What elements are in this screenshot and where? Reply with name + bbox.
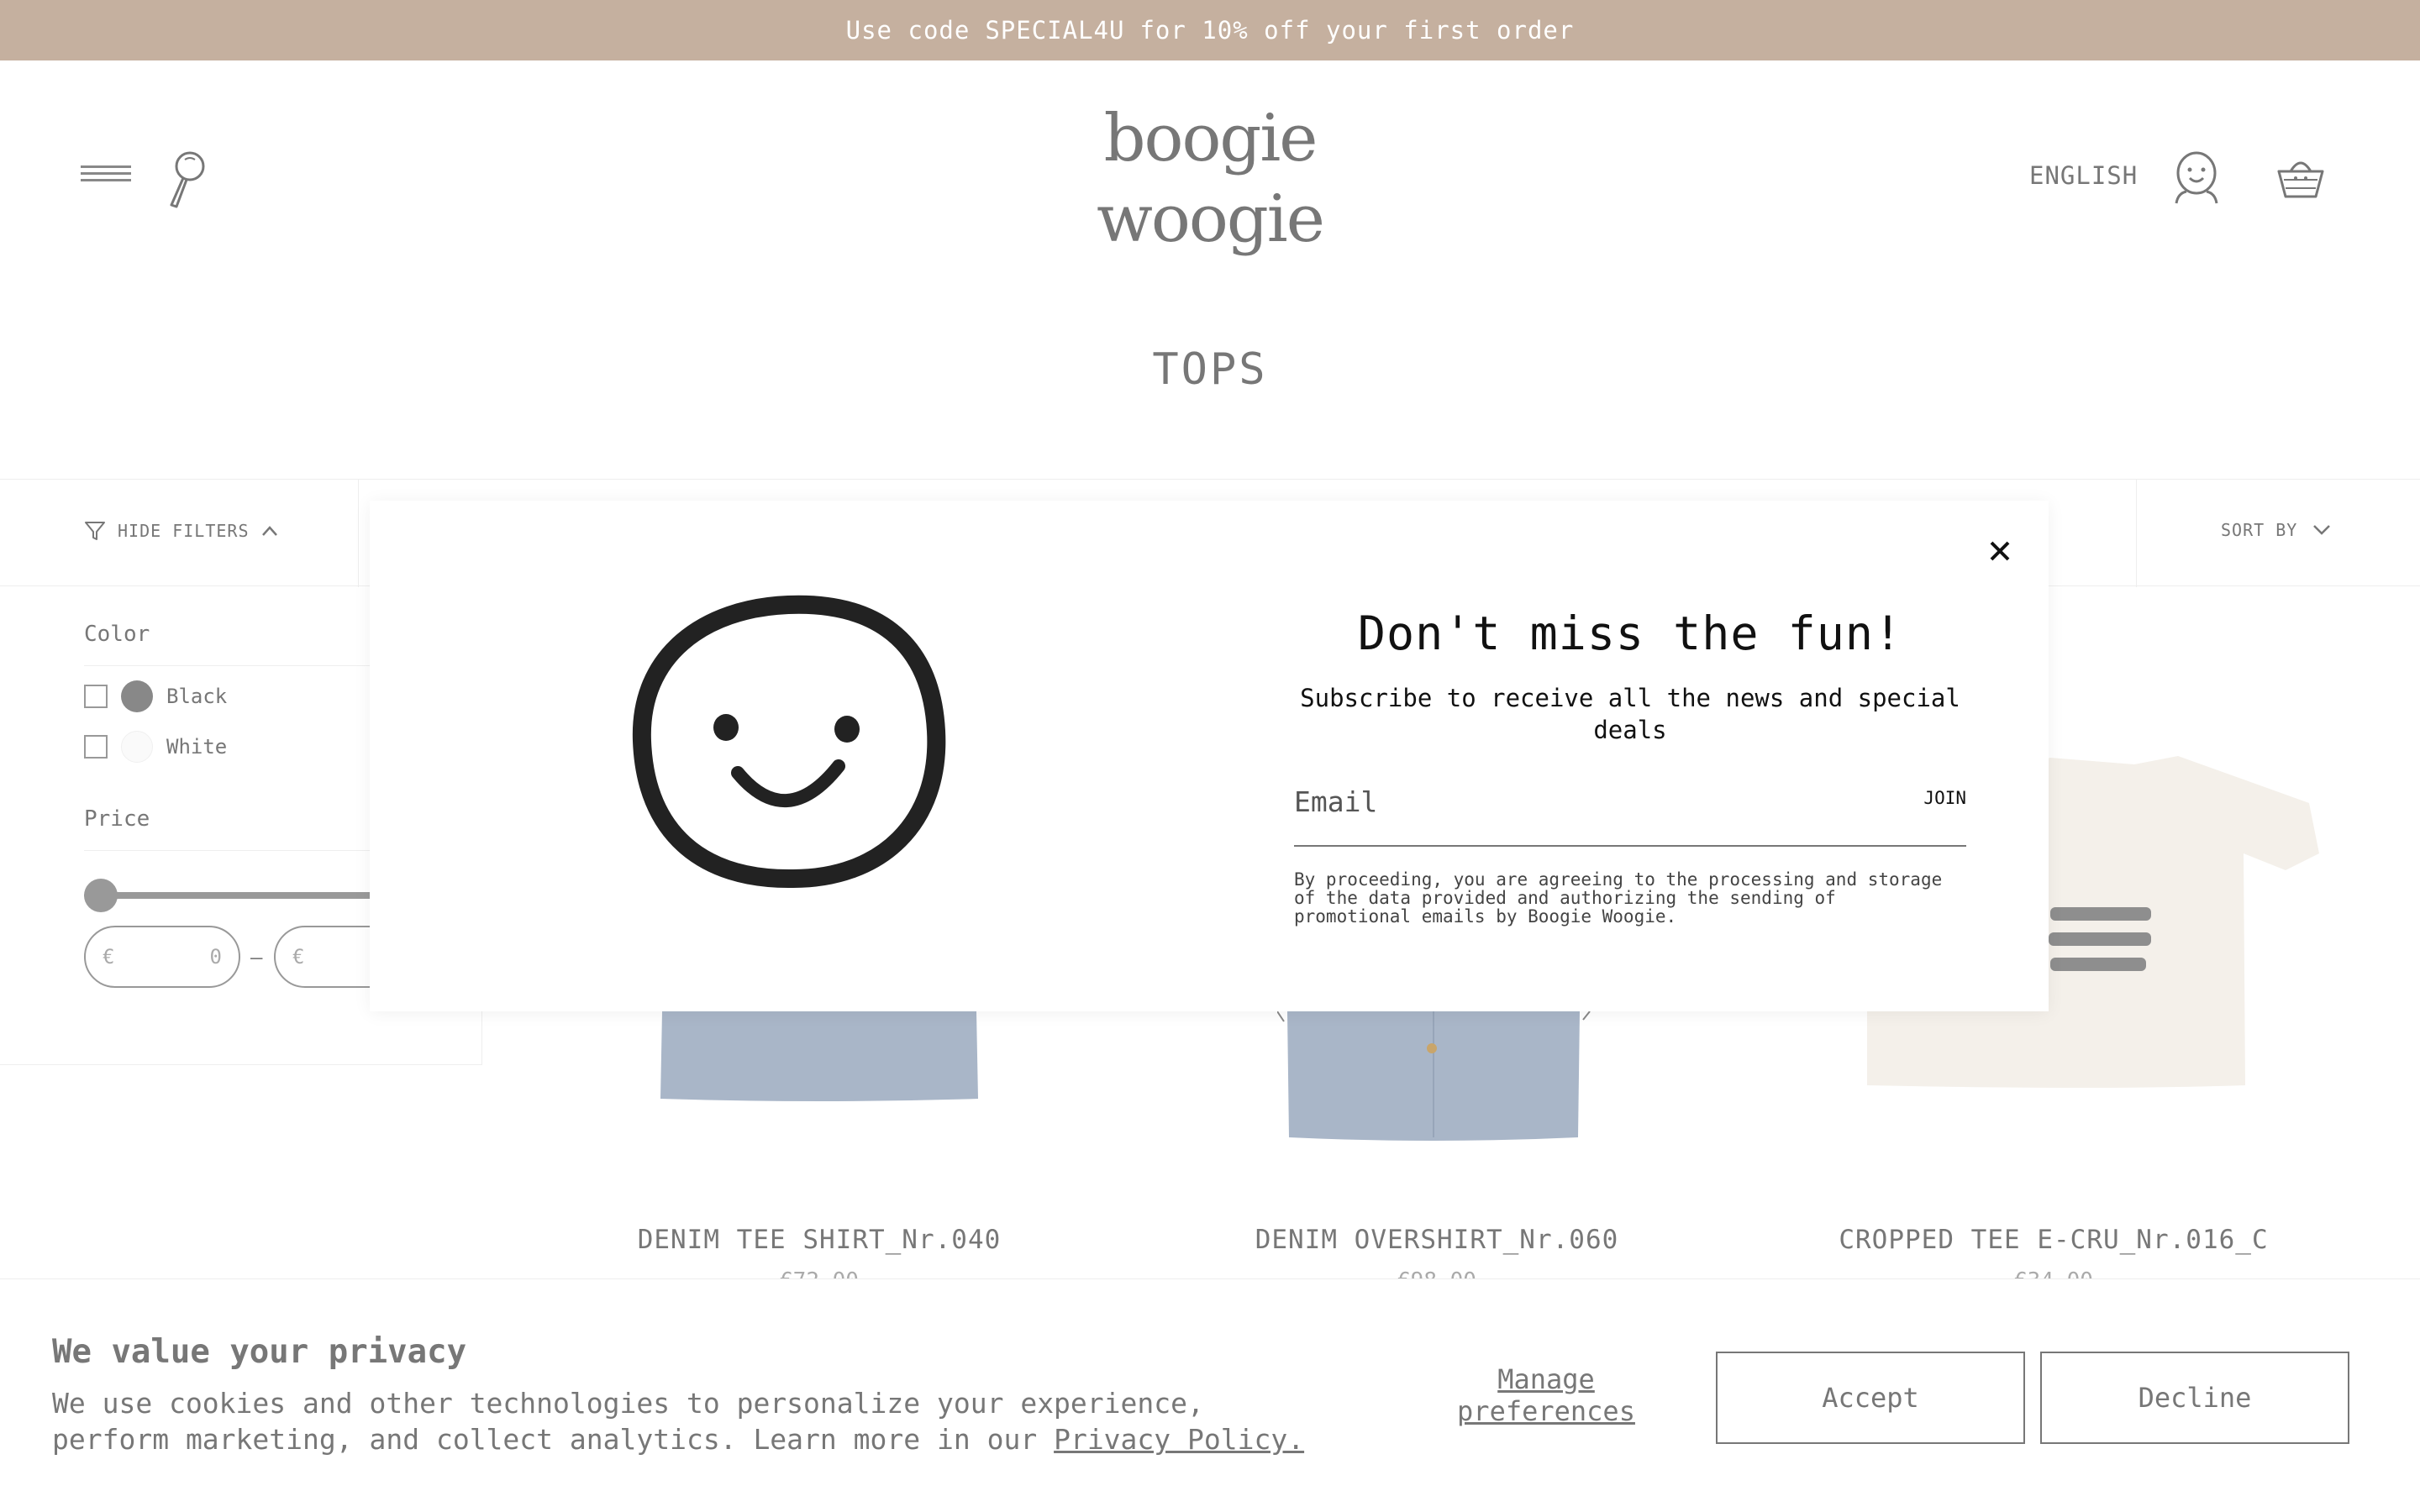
announcement-suffix: for 10% off your first order [1139,16,1575,45]
email-input[interactable] [1294,771,1832,832]
hide-filters-button[interactable]: HIDE FILTERS [84,520,278,542]
range-separator: – [250,946,263,969]
site-header: boogie woogie ENGLISH [0,60,2420,296]
cookie-title: We value your privacy [52,1333,467,1371]
color-option-label: White [166,735,228,759]
menu-icon[interactable] [81,165,131,186]
manage-preferences-link[interactable]: Manage preferences [1428,1363,1664,1427]
join-button[interactable]: JOIN [1923,788,1966,808]
newsletter-modal [370,501,2049,1011]
product-image-denim-tee[interactable] [655,1011,983,1104]
price-filter-heading: Price [84,806,403,851]
close-icon[interactable] [1983,534,2017,568]
filter-icon [85,522,105,540]
color-option-black[interactable]: Black [84,680,227,712]
account-icon[interactable] [2171,150,2222,205]
sort-by-dropdown[interactable]: SORT BY [2221,520,2331,540]
cookie-body: We use cookies and other technologies to… [52,1387,1204,1456]
logo-line2: woogie [1097,181,1325,257]
privacy-policy-link[interactable]: Privacy Policy. [1054,1423,1304,1456]
color-filter-heading: Color [84,622,403,666]
page-title: TOPS [1152,344,1268,395]
language-selector[interactable]: ENGLISH [2029,161,2138,190]
checkbox[interactable] [84,735,108,759]
color-swatch [121,680,153,712]
cart-icon[interactable] [2275,153,2326,200]
cookie-banner: We value your privacy We use cookies and… [0,1278,2420,1512]
smiley-icon [632,595,946,889]
promo-code: SPECIAL4U [985,16,1125,45]
price-slider-track[interactable] [84,892,403,899]
chevron-down-icon [2313,525,2331,535]
color-swatch [121,731,153,763]
checkbox[interactable] [84,685,108,708]
email-field-wrapper: JOIN [1294,771,1966,847]
price-slider-handle[interactable] [84,879,118,912]
modal-subtitle: Subscribe to receive all the news and sp… [1300,684,1960,744]
search-icon[interactable] [165,150,208,210]
decline-button[interactable]: Decline [2040,1352,2349,1444]
accept-button[interactable]: Accept [1716,1352,2025,1444]
chevron-up-icon [261,526,277,536]
logo-line1: boogie [1103,101,1318,176]
product-name[interactable]: CROPPED TEE E-CRU_Nr.016_C [1785,1225,2323,1255]
hide-filters-label: HIDE FILTERS [118,521,250,541]
legal-text: By proceeding, you are agreeing to the p… [1294,869,1943,927]
price-min-input[interactable]: € 0 [84,926,240,988]
announcement-prefix: Use code [845,16,971,45]
product-name[interactable]: DENIM TEE SHIRT_Nr.040 [550,1225,1088,1255]
modal-title: Don't miss the fun! [1357,606,1903,660]
product-image-denim-overshirt[interactable] [1277,1011,1597,1146]
site-logo[interactable]: boogie woogie [1097,98,1325,275]
divider [358,480,359,587]
cookie-text: We use cookies and other technologies to… [52,1385,1329,1457]
color-option-label: Black [166,685,228,708]
announcement-bar: Use code SPECIAL4U for 10% off your firs… [0,0,2420,60]
divider [2136,480,2137,587]
sort-by-label: SORT BY [2221,520,2298,540]
currency-symbol: € [292,945,305,969]
product-name[interactable]: DENIM OVERSHIRT_Nr.060 [1168,1225,1706,1255]
price-min-value: 0 [209,945,222,969]
color-option-white[interactable]: White [84,731,227,763]
currency-symbol: € [103,945,115,969]
